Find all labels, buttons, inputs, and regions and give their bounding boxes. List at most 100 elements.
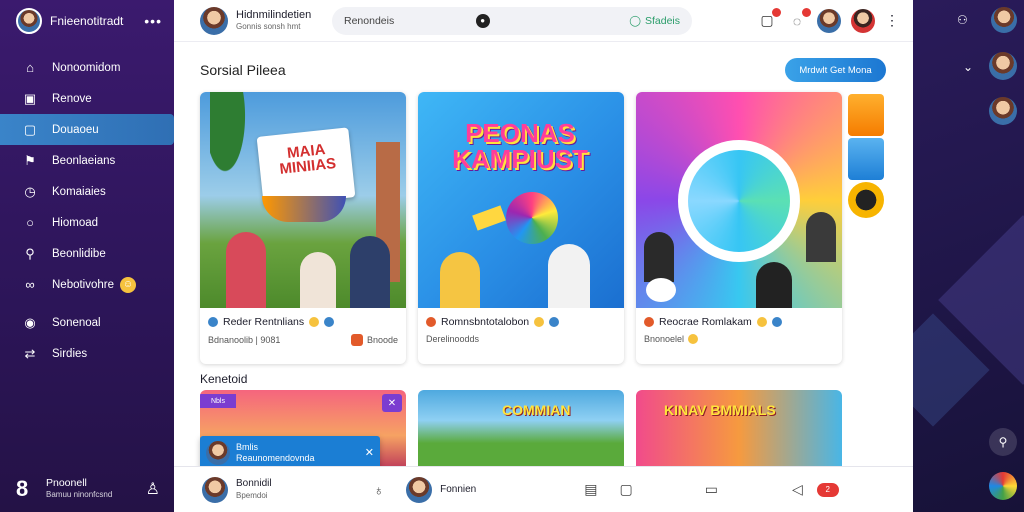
fire-icon — [644, 317, 654, 327]
toast-avatar — [206, 441, 230, 465]
notification-count-badge[interactable]: 2 — [816, 482, 839, 497]
thumb-headline: COMMIAN — [502, 402, 571, 418]
smiley-icon — [534, 317, 545, 327]
close-icon[interactable]: ✕ — [365, 447, 374, 459]
person-shape — [226, 232, 266, 308]
card-meta: Derelinoodds — [426, 334, 480, 344]
notification-icon[interactable]: ▢ — [757, 7, 781, 31]
card-meta: Bnonoelel — [644, 334, 685, 344]
rail-avatar[interactable] — [989, 97, 1017, 125]
rail-avatar[interactable] — [991, 7, 1017, 33]
thumb-tag: Nbls — [200, 394, 236, 408]
person-shape — [440, 252, 480, 308]
chevron-down-icon[interactable]: ⌄ — [963, 60, 973, 74]
sidebar-item-2[interactable]: ▢ Douaoeu — [0, 114, 174, 145]
card-title: Reder Rentnlians — [223, 316, 305, 328]
section-title: Sorsial Pileea — [200, 62, 286, 78]
footer-subtitle: Bamuu ninonfcsnd — [46, 490, 113, 499]
circle-icon: ○ — [26, 215, 34, 230]
wheel-center — [688, 150, 790, 252]
sidebar-item-0[interactable]: ⌂ Nonoomidom — [0, 52, 174, 83]
strip-tile[interactable] — [848, 138, 884, 180]
card-title: Romnsbntotalobon — [441, 316, 530, 328]
app-launcher-icon[interactable] — [989, 472, 1017, 500]
bottom-center-name: Fonnien — [440, 483, 477, 495]
search-chat-icon[interactable]: ⚲ — [989, 428, 1017, 456]
search-input[interactable]: Renondeis — [344, 15, 468, 27]
channel-info: Hidnmilindetien Gonnis sonsh hmt — [236, 9, 320, 33]
mascot-shape — [646, 278, 676, 302]
top-actions: ▢ ◌ ⋮ — [757, 7, 899, 33]
thumbnail-card[interactable]: COMMIAN — [418, 390, 624, 466]
feature-card[interactable]: PEONAS KAMPIUST Romnsbntotalobon Derelin… — [418, 92, 624, 364]
gift-icon[interactable]: ▤ — [584, 481, 597, 498]
pin-icon: ⚲ — [25, 245, 35, 261]
toast-subtitle: Reaunomendovnda — [236, 453, 315, 463]
filter-icon[interactable]: ● — [475, 13, 490, 28]
feature-card[interactable]: MAIA MINIIAS Reder Rentnlians Bdnanoolib… — [200, 92, 406, 364]
sidebar-item-label: Hiomoad — [52, 216, 99, 229]
chat-bubble-icon: ◯ — [629, 14, 641, 27]
cta-button[interactable]: Mrdwlt Get Mona — [785, 58, 886, 82]
featured-cards: MAIA MINIIAS Reder Rentnlians Bdnanoolib… — [200, 92, 842, 364]
card-body: Romnsbntotalobon Derelinoodds — [418, 308, 624, 344]
card-headline: PEONAS KAMPIUST — [452, 118, 588, 174]
card-end[interactable]: Bnoode — [350, 334, 398, 346]
feature-card[interactable]: Reocrae Romlakam Bnonoelel — [636, 92, 842, 364]
megaphone-icon[interactable]: ◁ — [792, 481, 803, 498]
tablet-icon[interactable]: ▭ — [705, 481, 718, 498]
location-icon[interactable]: ♁ — [374, 482, 385, 498]
footer-title: Pnoonell — [46, 477, 87, 489]
camera-icon[interactable]: ▢ — [619, 481, 632, 498]
person-shape — [350, 236, 390, 308]
card-image: MAIA MINIIAS — [200, 92, 406, 308]
rail-avatar[interactable] — [989, 52, 1017, 80]
user-avatar[interactable] — [851, 8, 875, 33]
footer-text: Pnoonell Bamuu ninonfcsnd — [46, 477, 136, 501]
toast-text: Bmlis Reaunomendovnda — [236, 442, 315, 464]
sidebar-item-label: Beonlidibe — [52, 247, 106, 260]
sidebar-item-4[interactable]: ◷ Komaiaies — [0, 176, 174, 207]
sidebar-item-label: Sirdies — [52, 347, 88, 360]
notification-toast[interactable]: Bmlis Reaunomendovnda ✕ — [200, 436, 380, 470]
kebab-menu-icon[interactable]: ⋮ — [885, 12, 899, 29]
thumbnail-card[interactable]: KINAV BMMIALS — [636, 390, 842, 466]
sidebar-item-8[interactable]: ◉ Sonenoal — [0, 307, 174, 338]
person-shape — [756, 262, 792, 308]
bottom-bar: Bonnidil Bpemdoi ♁ Fonnien ▤ ▢ ▭ ◁ 2 — [174, 466, 913, 512]
card-meta: Bdnanoolib | 9081 — [208, 335, 281, 345]
left-sidebar: Fnieenotitradt ••• ⌂ Nonoomidom ▣ Renove… — [0, 0, 174, 512]
channel-title: Hidnmilindetien — [236, 8, 312, 21]
channel-avatar[interactable] — [200, 6, 228, 35]
sidebar-item-label: Beonlaeians — [52, 154, 116, 167]
right-rail: ⚇ ⌄ ⚲ — [913, 0, 1024, 512]
smiley-icon — [309, 317, 320, 327]
top-bar: Hidnmilindetien Gonnis sonsh hmt Renonde… — [174, 0, 913, 42]
sidebar-item-9[interactable]: ⇄ Sirdies — [0, 338, 174, 369]
friend-avatar[interactable] — [817, 8, 841, 33]
strip-tile[interactable] — [848, 182, 884, 218]
search-right-action[interactable]: ◯ Sfadeis — [629, 15, 680, 27]
search-bar[interactable]: Renondeis ● ◯ Sfadeis — [332, 6, 692, 35]
sidebar-nav: ⌂ Nonoomidom ▣ Renove ▢ Douaoeu ⚑ Beonla… — [0, 52, 174, 369]
bottom-user-avatar[interactable] — [202, 476, 228, 503]
more-options-icon[interactable]: ••• — [144, 13, 162, 29]
card-image: PEONAS KAMPIUST — [418, 92, 624, 308]
sidebar-item-5[interactable]: ○ Hiomoad — [0, 207, 174, 238]
profile-avatar[interactable] — [16, 8, 42, 34]
sidebar-item-3[interactable]: ⚑ Beonlaeians — [0, 145, 174, 176]
close-icon[interactable]: ✕ — [382, 394, 402, 412]
strip-tile[interactable] — [848, 94, 884, 136]
sidebar-item-7[interactable]: ∞ Nebotivohre ☺ — [0, 269, 174, 300]
toast-title: Bmlis — [236, 442, 258, 452]
users-icon[interactable]: ⚇ — [957, 13, 968, 27]
bottom-user-name: Bonnidil — [236, 477, 272, 489]
bottom-contact-avatar[interactable] — [406, 476, 433, 503]
sidebar-item-label: Nebotivohre — [52, 278, 115, 291]
sidebar-item-1[interactable]: ▣ Renove — [0, 83, 174, 114]
user-circle-icon: ◉ — [24, 314, 36, 330]
side-strip[interactable] — [848, 94, 888, 220]
messages-icon[interactable]: ◌ — [787, 7, 811, 31]
sidebar-item-6[interactable]: ⚲ Beonlidibe — [0, 238, 174, 269]
account-icon[interactable]: ♙ — [146, 479, 160, 499]
